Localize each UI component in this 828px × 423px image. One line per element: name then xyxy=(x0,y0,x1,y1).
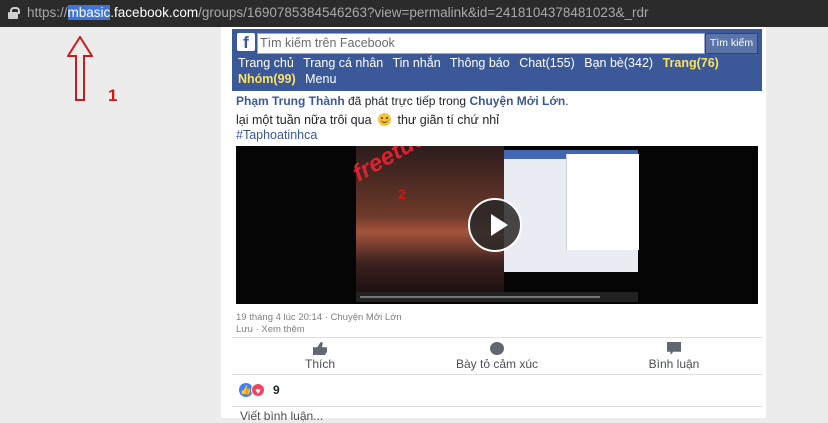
react-button[interactable]: Bày tỏ cảm xúc xyxy=(409,338,585,374)
smiley-icon xyxy=(490,342,504,355)
video-frame-panel xyxy=(566,154,639,250)
thumbs-up-icon xyxy=(313,342,327,355)
url-host: .facebook.com xyxy=(110,5,199,20)
nav-profile[interactable]: Trang cá nhân xyxy=(303,56,383,70)
annotation-arrow-icon xyxy=(67,36,93,101)
url-prefix: https:// xyxy=(27,5,68,20)
nav-groups[interactable]: Nhóm(99) xyxy=(238,72,296,86)
top-nav: Trang chủ Trang cá nhân Tin nhắn Thông b… xyxy=(238,55,758,87)
comment-icon xyxy=(667,342,681,355)
post-timestamp[interactable]: 19 tháng 4 lúc 20:14 · Chuyện Mởi Lớn xyxy=(236,312,402,324)
nav-menu[interactable]: Menu xyxy=(305,72,336,86)
post-header: Phạm Trung Thành đã phát trực tiếp trong… xyxy=(236,94,569,108)
heart-reaction-icon: ♥ xyxy=(251,383,265,397)
post-text-part2: thư giãn tí chứ nhỉ xyxy=(397,113,500,127)
divider xyxy=(232,406,762,407)
video-controls[interactable] xyxy=(356,292,638,302)
comment-prompt[interactable]: Viết bình luận... xyxy=(240,409,323,423)
url-selected-segment: mbasic xyxy=(67,5,111,20)
smile-emoji-icon xyxy=(378,113,392,126)
post-meta: 19 tháng 4 lúc 20:14 · Chuyện Mởi Lớn Lư… xyxy=(236,312,402,336)
post-actions: Thích Bày tỏ cảm xúc Bình luận xyxy=(232,338,762,374)
search-input[interactable] xyxy=(257,33,705,54)
nav-messages[interactable]: Tin nhắn xyxy=(392,56,440,70)
nav-chat[interactable]: Chat(155) xyxy=(519,56,575,70)
post-body: lại một tuần nữa trôi qua thư giãn tí ch… xyxy=(236,113,499,127)
post-action-text: đã phát trực tiếp trong xyxy=(344,94,470,108)
post-group-link[interactable]: Chuyện Mởi Lớn xyxy=(469,94,565,108)
facebook-logo-icon[interactable]: f xyxy=(237,33,255,51)
search-button[interactable]: Tìm kiếm xyxy=(705,33,758,54)
annotation-label-2: 2 xyxy=(398,186,406,202)
post-author-link[interactable]: Phạm Trung Thành xyxy=(236,94,345,108)
post-save-more[interactable]: Lưu · Xem thêm xyxy=(236,324,402,336)
comment-label: Bình luận xyxy=(648,357,700,371)
url-text[interactable]: https://mbasic.facebook.com/groups/16907… xyxy=(27,5,648,20)
lock-icon xyxy=(8,7,20,19)
like-label: Thích xyxy=(304,357,335,371)
annotation-label-1: 1 xyxy=(108,86,118,105)
post-header-period: . xyxy=(565,94,569,108)
react-label: Bày tỏ cảm xúc xyxy=(455,357,539,371)
play-icon[interactable] xyxy=(468,198,522,252)
video-player[interactable]: freetuts.net 2 xyxy=(236,146,758,304)
nav-pages[interactable]: Trang(76) xyxy=(663,56,719,70)
reaction-count: 9 xyxy=(273,383,280,397)
hashtag-link[interactable]: #Taphoatinhca xyxy=(236,128,317,142)
nav-home[interactable]: Trang chủ xyxy=(238,56,294,70)
like-button[interactable]: Thích xyxy=(232,338,408,374)
post-text-part1: lại một tuần nữa trôi qua xyxy=(236,113,372,127)
url-path: /groups/1690785384546263?view=permalink&… xyxy=(198,5,649,20)
divider xyxy=(232,374,762,375)
address-bar[interactable]: https://mbasic.facebook.com/groups/16907… xyxy=(0,0,828,27)
comment-button[interactable]: Bình luận xyxy=(586,338,762,374)
nav-friends[interactable]: Bạn bè(342) xyxy=(584,56,653,70)
nav-notifications[interactable]: Thông báo xyxy=(450,56,510,70)
